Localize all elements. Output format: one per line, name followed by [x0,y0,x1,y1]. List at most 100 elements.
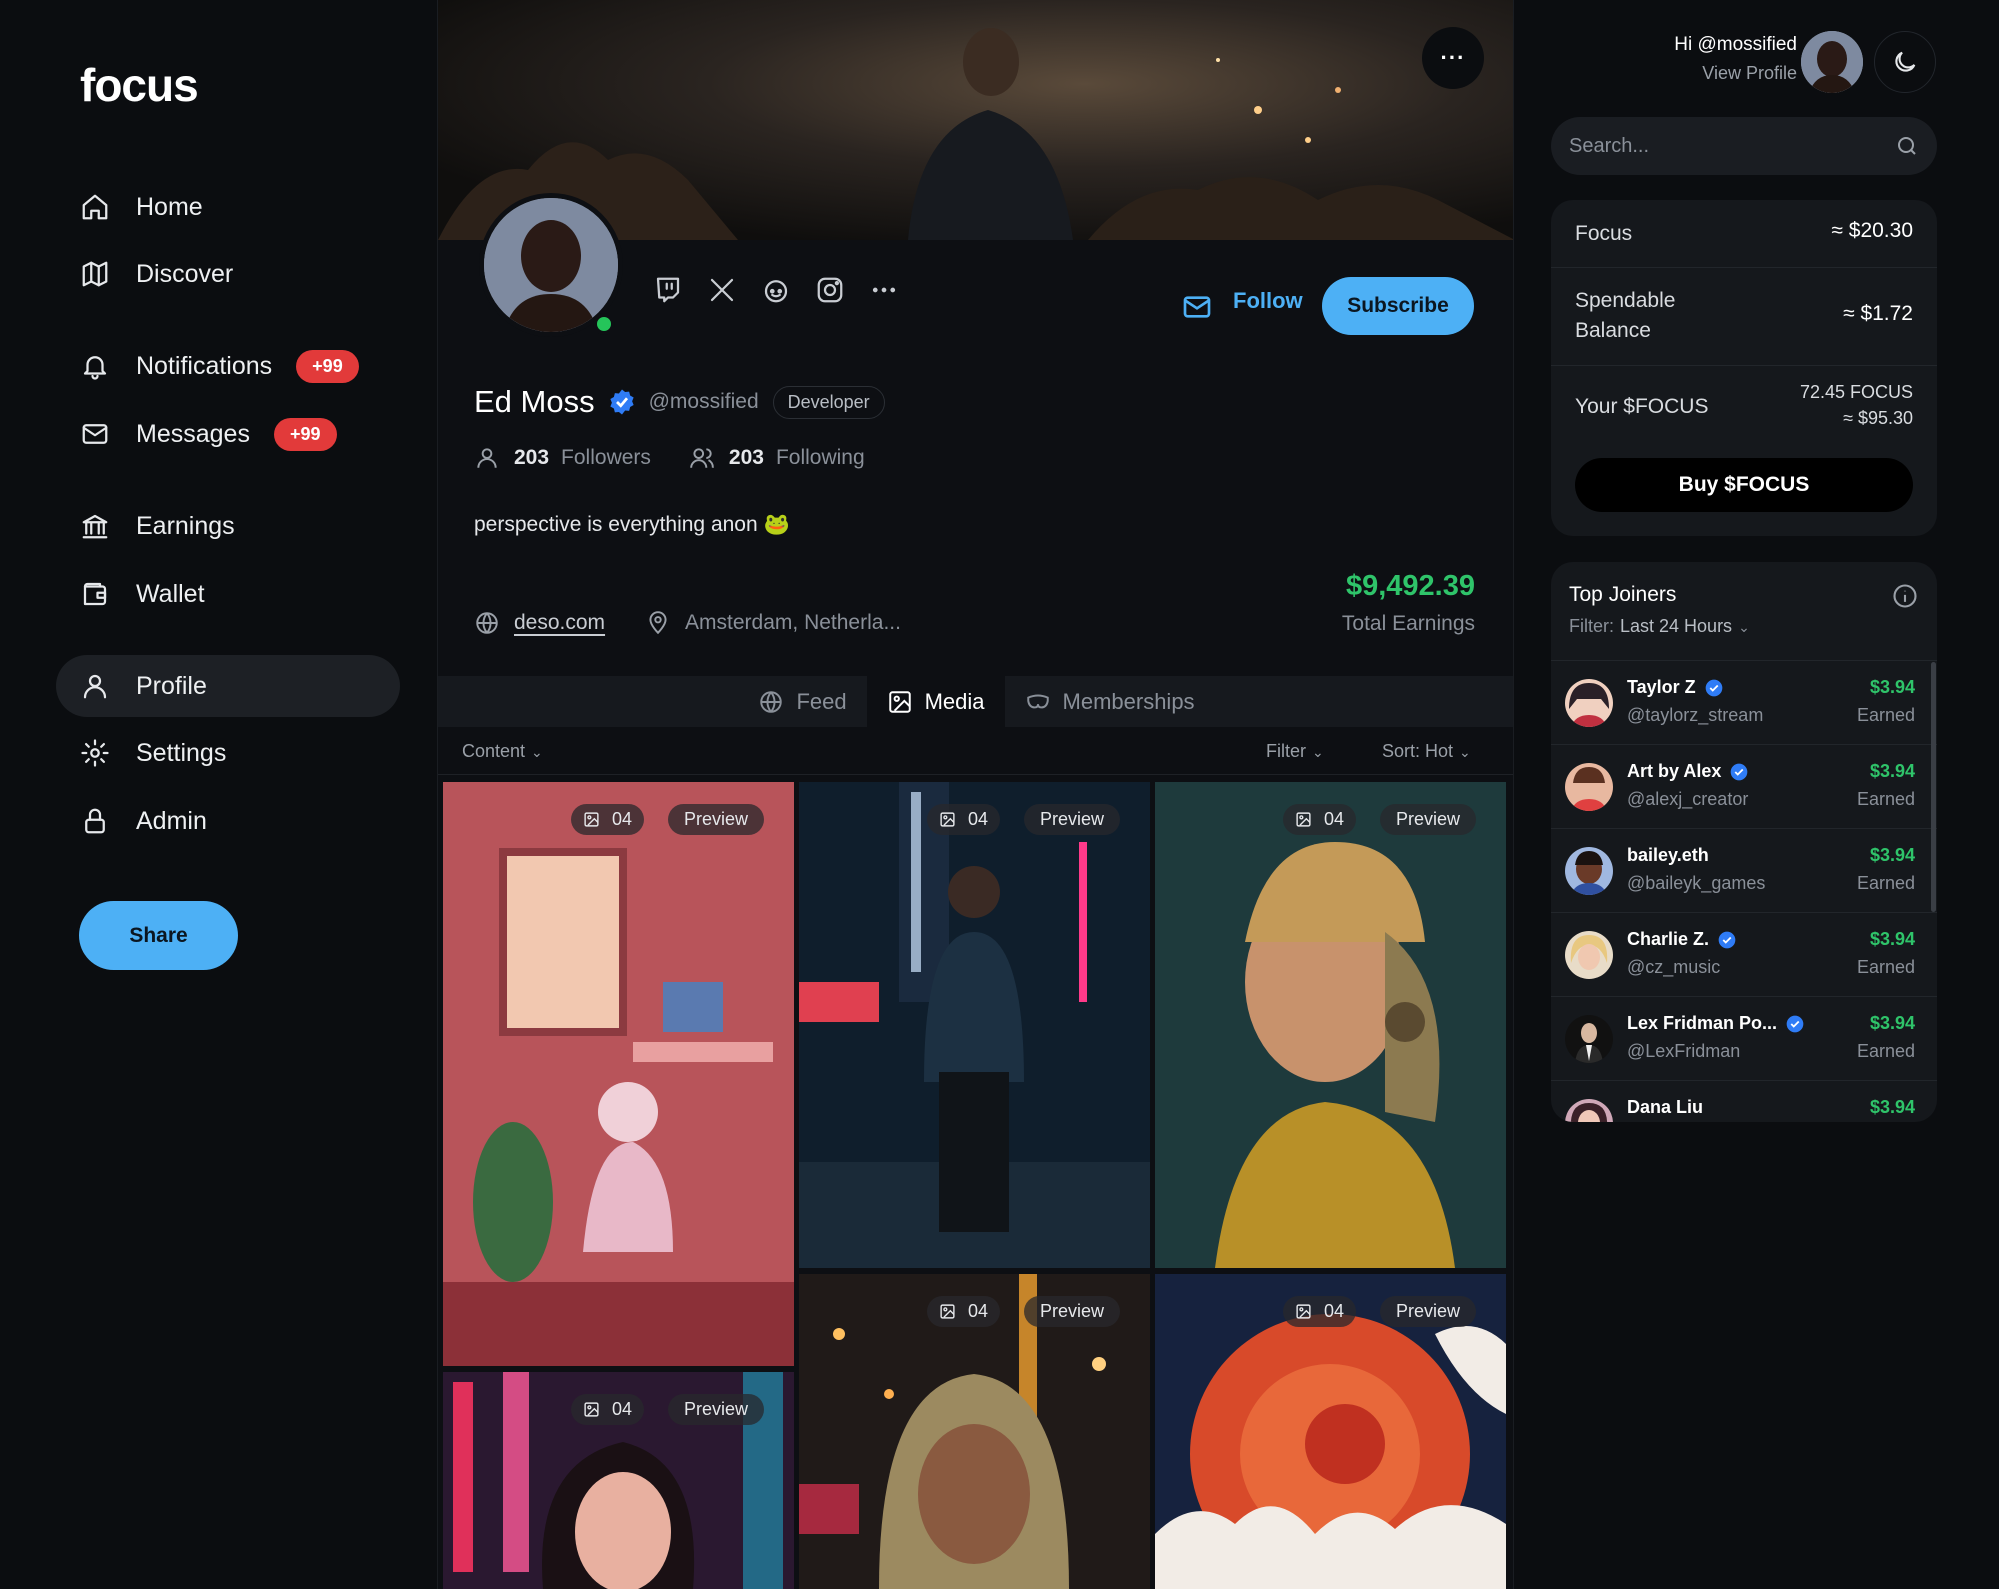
nav-label: Messages [136,419,250,448]
app-logo[interactable]: focus [80,58,199,112]
cover-art [438,0,1513,240]
info-icon[interactable] [1891,582,1919,610]
website-link[interactable]: deso.com [514,611,605,635]
media-tile[interactable]: 04 Preview [1155,782,1506,1268]
x-icon[interactable] [707,275,737,305]
joiner-earned-label: Earned [1856,957,1915,977]
media-toolbar: Content ⌄ Filter ⌄ Sort: Hot ⌄ [438,727,1513,775]
subscribe-button[interactable]: Subscribe [1322,277,1474,335]
joiner-amount: $3.94 [1869,929,1915,949]
instagram-icon[interactable] [815,275,845,305]
media-tile[interactable]: 04 Preview [1155,1274,1506,1589]
joiner-earned-label: Earned [1856,1041,1915,1061]
image-count-badge: 04 [1283,804,1357,835]
nav-label: Notifications [136,351,273,380]
avatar [1565,847,1613,895]
joiner-handle: @taylorz_stream [1627,705,1764,725]
preview-badge[interactable]: Preview [668,1394,765,1425]
tab-feed[interactable]: Feed [738,676,866,727]
reddit-icon[interactable] [761,275,791,305]
tab-label: Memberships [1062,688,1195,714]
gear-icon [81,739,109,767]
nav-item-discover[interactable]: Discover [56,243,400,305]
image-icon [1296,812,1311,827]
filter-dropdown[interactable]: Filter ⌄ [1266,741,1324,762]
theme-toggle-button[interactable] [1874,31,1936,93]
list-item[interactable]: Taylor Z @taylorz_stream $3.94 Earned [1551,660,1937,744]
sort-dropdown[interactable]: Sort: Hot ⌄ [1382,741,1471,762]
nav-item-wallet[interactable]: Wallet [56,563,400,625]
joiners-scrollbar[interactable] [1931,662,1936,912]
your-focus-value: ≈ $95.30 [1843,408,1913,428]
preview-badge[interactable]: Preview [1024,1296,1121,1327]
media-tile[interactable]: 04 Preview [443,782,794,1366]
preview-badge[interactable]: Preview [1380,804,1477,835]
tab-memberships[interactable]: Memberships [1005,676,1215,727]
list-item[interactable]: Dana Liu $3.94 [1551,1080,1937,1122]
follow-button[interactable]: Follow [1233,288,1303,314]
nav-item-admin[interactable]: Admin [56,790,400,852]
view-profile-link[interactable]: View Profile [1674,63,1797,84]
chevron-down-icon: ⌄ [1459,744,1471,760]
media-tile[interactable]: 04 Preview [443,1372,794,1589]
location-pin-icon [649,611,667,635]
chevron-down-icon: ⌄ [1312,744,1324,760]
joiners-filter-dropdown[interactable]: Filter: Last 24 Hours ⌄ [1569,616,1750,637]
followers-label[interactable]: Followers [561,446,651,470]
preview-badge[interactable]: Preview [668,804,765,835]
content-dropdown[interactable]: Content ⌄ [462,741,543,762]
your-focus-amount: 72.45 FOCUS [1799,382,1913,402]
joiner-name: Taylor Z [1627,677,1724,698]
nav-item-messages[interactable]: Messages +99 [56,403,400,465]
social-links [653,275,899,305]
share-button[interactable]: Share [79,901,238,970]
preview-badge[interactable]: Preview [1024,804,1121,835]
search-input[interactable] [1569,134,1895,158]
search-bar [1551,117,1937,175]
media-tile[interactable]: 04 Preview [799,1274,1150,1589]
globe-icon [476,612,498,634]
list-item[interactable]: bailey.eth @baileyk_games $3.94 Earned [1551,828,1937,912]
user-avatar-art [1801,31,1863,93]
search-icon[interactable] [1895,134,1919,158]
total-earnings-value: $9,492.39 [1345,570,1475,602]
more-options-button[interactable]: ··· [1422,27,1484,89]
mail-icon [82,424,108,444]
nav-label: Admin [136,806,207,835]
twitch-icon[interactable] [653,275,683,305]
chevron-down-icon: ⌄ [1738,619,1750,635]
list-item[interactable]: Lex Fridman Po... @LexFridman $3.94 Earn… [1551,996,1937,1080]
profile-handle: @mossified [648,390,759,413]
nav-item-earnings[interactable]: Earnings [56,495,400,557]
followers-count[interactable]: 203 [514,446,549,470]
following-label[interactable]: Following [776,446,865,470]
nav-label: Earnings [136,511,235,540]
joiner-handle: @alexj_creator [1627,789,1749,809]
nav-item-settings[interactable]: Settings [56,722,400,784]
sort-value: Hot [1425,741,1454,761]
joiner-name: Lex Fridman Po... [1627,1013,1805,1034]
nav-label: Home [136,192,203,221]
verified-icon [1786,1015,1804,1032]
top-joiners-title: Top Joiners [1569,583,1677,606]
preview-badge[interactable]: Preview [1380,1296,1477,1327]
nav-item-notifications[interactable]: Notifications +99 [56,335,400,397]
tab-media[interactable]: Media [866,676,1005,727]
nav-item-profile[interactable]: Profile [56,655,400,717]
profile-bio: perspective is everything anon 🐸 [474,513,790,536]
nav-item-home[interactable]: Home [56,176,400,238]
following-count[interactable]: 203 [729,446,764,470]
bell-icon [83,356,107,380]
list-item[interactable]: Art by Alex @alexj_creator $3.94 Earned [1551,744,1937,828]
list-item[interactable]: Charlie Z. @cz_music $3.94 Earned [1551,912,1937,996]
media-tile[interactable]: 04 Preview [799,782,1150,1268]
buy-focus-button[interactable]: Buy $FOCUS [1575,458,1913,512]
message-user-icon[interactable] [1181,291,1213,323]
more-links-icon[interactable] [869,275,899,305]
user-avatar[interactable] [1801,31,1863,93]
spendable-label: Spendable Balance [1575,289,1676,342]
mask-icon [1026,694,1049,708]
left-sidebar: focus Home Discover Notifications +99 Me… [0,0,436,1589]
image-icon [584,1402,599,1417]
image-count-badge: 04 [571,804,645,835]
